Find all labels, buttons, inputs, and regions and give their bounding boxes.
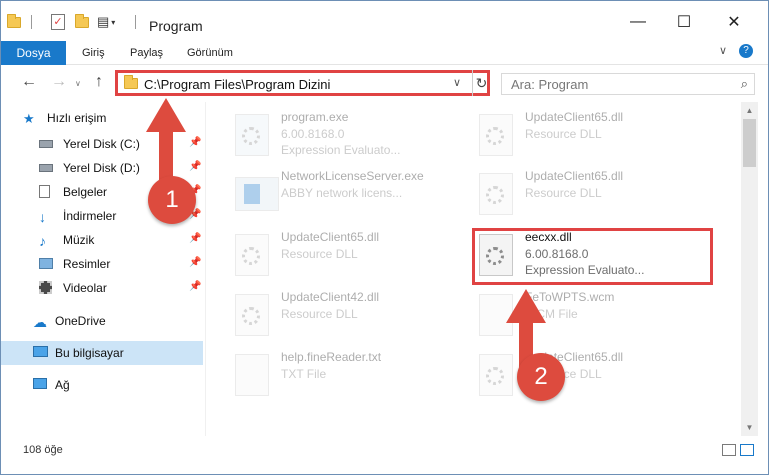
annotation-arrows xyxy=(146,98,546,371)
step-badge-2: 2 xyxy=(517,353,565,401)
step-badge-1: 1 xyxy=(148,176,196,224)
explorer-window: ✓ ▤ ▾ Program — ☐ ✕ Dosya Giriş Paylaş Gö… xyxy=(0,0,769,475)
